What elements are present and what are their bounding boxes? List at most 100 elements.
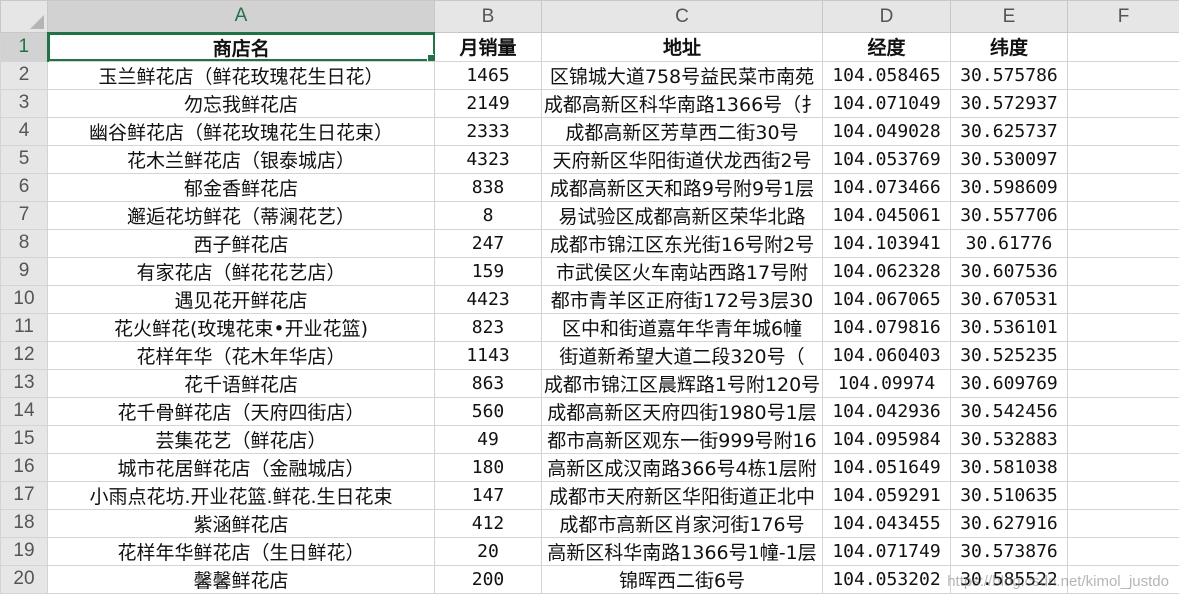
cell-empty[interactable] xyxy=(1067,452,1179,482)
cell-empty[interactable] xyxy=(1067,424,1179,454)
cell-shop-name[interactable]: 紫涵鲜花店 xyxy=(47,508,435,538)
cell-empty[interactable] xyxy=(1067,88,1179,118)
cell-empty[interactable] xyxy=(1067,396,1179,426)
cell-longitude[interactable]: 104.049028 xyxy=(822,116,951,146)
cell-address[interactable]: 易试验区成都高新区荣华北路 xyxy=(541,200,823,230)
cell-address[interactable]: 区中和街道嘉年华青年城6幢 xyxy=(541,312,823,342)
row-header[interactable]: 3 xyxy=(0,88,48,118)
cell-latitude[interactable]: 30.575786 xyxy=(950,60,1068,90)
cell-longitude[interactable]: 104.053202 xyxy=(822,564,951,594)
cell-address[interactable]: 成都市锦江区东光街16号附2号 xyxy=(541,228,823,258)
cell-longitude[interactable]: 104.060403 xyxy=(822,340,951,370)
cell-longitude[interactable]: 104.071049 xyxy=(822,88,951,118)
cell-shop-name[interactable]: 花火鲜花(玫瑰花束•开业花篮) xyxy=(47,312,435,342)
cell-longitude[interactable]: 104.09974 xyxy=(822,368,951,398)
cell-longitude[interactable]: 104.053769 xyxy=(822,144,951,174)
cell-empty[interactable] xyxy=(1067,144,1179,174)
cell-longitude[interactable]: 104.043455 xyxy=(822,508,951,538)
column-header-f[interactable]: F xyxy=(1067,0,1179,33)
cell-address[interactable]: 高新区科华南路1366号1幢-1层 xyxy=(541,536,823,566)
cell-empty[interactable] xyxy=(1067,172,1179,202)
row-header[interactable]: 2 xyxy=(0,60,48,90)
cell-empty[interactable] xyxy=(1067,480,1179,510)
cell-monthly-sales[interactable]: 8 xyxy=(434,200,542,230)
cell-monthly-sales[interactable]: 838 xyxy=(434,172,542,202)
cell-longitude[interactable]: 104.045061 xyxy=(822,200,951,230)
column-header-e[interactable]: E xyxy=(950,0,1068,33)
cell-monthly-sales[interactable]: 200 xyxy=(434,564,542,594)
cell-shop-name[interactable]: 花木兰鲜花店（银泰城店） xyxy=(47,144,435,174)
cell-address[interactable]: 成都高新区天府四街1980号1层 xyxy=(541,396,823,426)
cell-shop-name[interactable]: 花样年华（花木年华店） xyxy=(47,340,435,370)
row-header[interactable]: 17 xyxy=(0,480,48,510)
row-header[interactable]: 19 xyxy=(0,536,48,566)
cell-empty[interactable] xyxy=(1067,60,1179,90)
cell-longitude[interactable]: 104.095984 xyxy=(822,424,951,454)
row-header[interactable]: 14 xyxy=(0,396,48,426)
cell-empty[interactable] xyxy=(1067,536,1179,566)
cell-latitude[interactable]: 30.572937 xyxy=(950,88,1068,118)
cell-empty[interactable] xyxy=(1067,368,1179,398)
cell-address[interactable]: 成都高新区芳草西二街30号 xyxy=(541,116,823,146)
row-header[interactable]: 5 xyxy=(0,144,48,174)
cell-sales-header[interactable]: 月销量 xyxy=(434,32,542,62)
cell-address[interactable]: 街道新希望大道二段320号（ xyxy=(541,340,823,370)
column-header-d[interactable]: D xyxy=(822,0,951,33)
cell-longitude[interactable]: 104.071749 xyxy=(822,536,951,566)
row-header[interactable]: 7 xyxy=(0,200,48,230)
cell-shop-name-header[interactable]: 商店名 xyxy=(47,32,435,62)
cell-monthly-sales[interactable]: 823 xyxy=(434,312,542,342)
cell-longitude[interactable]: 104.062328 xyxy=(822,256,951,286)
cell-empty[interactable] xyxy=(1067,284,1179,314)
cell-latitude[interactable]: 30.542456 xyxy=(950,396,1068,426)
cell-address[interactable]: 锦晖西二街6号 xyxy=(541,564,823,594)
cell-latitude[interactable]: 30.607536 xyxy=(950,256,1068,286)
cell-shop-name[interactable]: 郁金香鲜花店 xyxy=(47,172,435,202)
cell-monthly-sales[interactable]: 2333 xyxy=(434,116,542,146)
cell-latitude[interactable]: 30.609769 xyxy=(950,368,1068,398)
cell-shop-name[interactable]: 有家花店（鲜花花艺店） xyxy=(47,256,435,286)
row-header[interactable]: 12 xyxy=(0,340,48,370)
cell-monthly-sales[interactable]: 412 xyxy=(434,508,542,538)
cell-shop-name[interactable]: 小雨点花坊.开业花篮.鲜花.生日花束 xyxy=(47,480,435,510)
cell-monthly-sales[interactable]: 560 xyxy=(434,396,542,426)
row-header[interactable]: 15 xyxy=(0,424,48,454)
row-header[interactable]: 4 xyxy=(0,116,48,146)
cell-address[interactable]: 成都高新区科华南路1366号（扌 xyxy=(541,88,823,118)
cell-shop-name[interactable]: 花千骨鲜花店（天府四街店） xyxy=(47,396,435,426)
column-header-c[interactable]: C xyxy=(541,0,823,33)
cell-longitude[interactable]: 104.103941 xyxy=(822,228,951,258)
cell-longitude[interactable]: 104.058465 xyxy=(822,60,951,90)
row-header[interactable]: 6 xyxy=(0,172,48,202)
column-header-b[interactable]: B xyxy=(434,0,542,33)
cell-address[interactable]: 区锦城大道758号益民菜市南苑 xyxy=(541,60,823,90)
cell-monthly-sales[interactable]: 147 xyxy=(434,480,542,510)
cell-empty[interactable] xyxy=(1067,200,1179,230)
row-header[interactable]: 11 xyxy=(0,312,48,342)
cell-monthly-sales[interactable]: 1465 xyxy=(434,60,542,90)
cell-latitude[interactable]: 30.532883 xyxy=(950,424,1068,454)
cell-longitude[interactable]: 104.042936 xyxy=(822,396,951,426)
cell-empty[interactable] xyxy=(1067,256,1179,286)
cell-address[interactable]: 成都市高新区肖家河街176号 xyxy=(541,508,823,538)
cell-latitude[interactable]: 30.670531 xyxy=(950,284,1068,314)
cell-shop-name[interactable]: 芸集花艺（鲜花店） xyxy=(47,424,435,454)
cell-monthly-sales[interactable]: 159 xyxy=(434,256,542,286)
cell-address[interactable]: 成都市锦江区晨辉路1号附120号 xyxy=(541,368,823,398)
cell-shop-name[interactable]: 遇见花开鲜花店 xyxy=(47,284,435,314)
cell-monthly-sales[interactable]: 2149 xyxy=(434,88,542,118)
cell-monthly-sales[interactable]: 247 xyxy=(434,228,542,258)
cell-shop-name[interactable]: 花样年华鲜花店（生日鲜花） xyxy=(47,536,435,566)
cell-monthly-sales[interactable]: 863 xyxy=(434,368,542,398)
cell-latitude-header[interactable]: 纬度 xyxy=(950,32,1068,62)
cell-shop-name[interactable]: 幽谷鲜花店（鲜花玫瑰花生日花束） xyxy=(47,116,435,146)
cell-shop-name[interactable]: 花千语鲜花店 xyxy=(47,368,435,398)
cell-longitude[interactable]: 104.073466 xyxy=(822,172,951,202)
cell-latitude[interactable]: 30.510635 xyxy=(950,480,1068,510)
cell-address[interactable]: 高新区成汉南路366号4栋1层附 xyxy=(541,452,823,482)
cell-empty[interactable] xyxy=(1067,32,1179,62)
cell-monthly-sales[interactable]: 20 xyxy=(434,536,542,566)
row-header[interactable]: 10 xyxy=(0,284,48,314)
cell-address[interactable]: 天府新区华阳街道伏龙西街2号 xyxy=(541,144,823,174)
cell-address[interactable]: 市武侯区火车南站西路17号附 xyxy=(541,256,823,286)
